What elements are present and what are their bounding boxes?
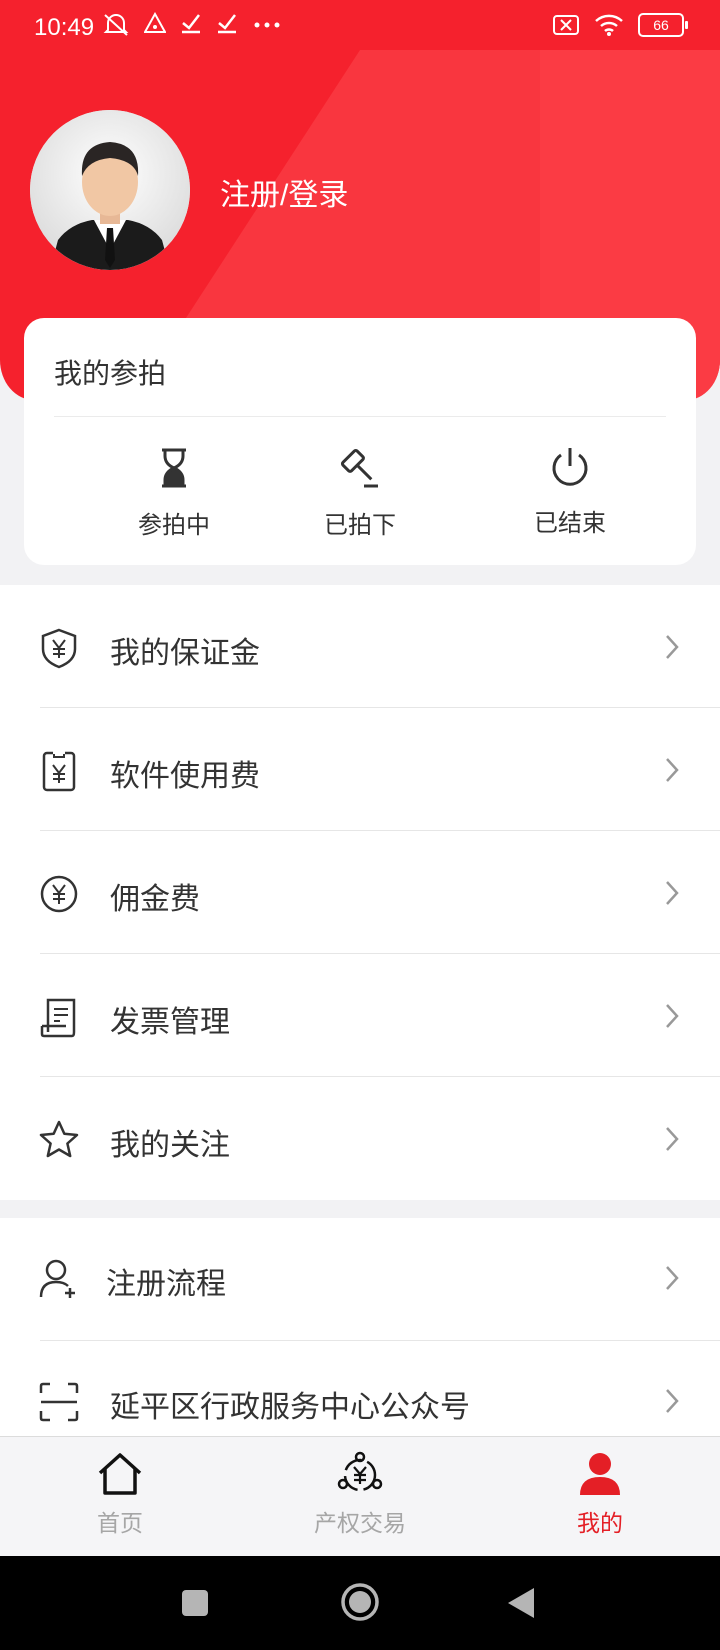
- scan-icon: [39, 1382, 79, 1422]
- tab-home[interactable]: 首页: [40, 1451, 200, 1538]
- chevron-right-icon: [666, 881, 679, 905]
- check-icon: [218, 14, 236, 34]
- menu-item-favorites[interactable]: 我的关注: [0, 1077, 720, 1200]
- chevron-right-icon: [666, 1389, 679, 1413]
- menu-item-commission[interactable]: 佣金费: [0, 831, 720, 954]
- menu-item-registration-process[interactable]: 注册流程: [0, 1218, 720, 1341]
- chevron-right-icon: [666, 1266, 679, 1290]
- bid-status-label: 已结束: [534, 510, 606, 537]
- bottom-tab-bar: 首页 产权交易 我的: [0, 1436, 720, 1557]
- tab-label: 首页: [97, 1510, 143, 1536]
- bid-status-ongoing[interactable]: 参拍中: [74, 446, 274, 540]
- tab-trade[interactable]: 产权交易: [280, 1451, 440, 1538]
- coin-yen-icon: [40, 875, 78, 913]
- divider: [54, 416, 666, 417]
- warning-icon: [144, 12, 166, 33]
- recents-button[interactable]: [180, 1588, 210, 1618]
- menu-label: 软件使用费: [110, 760, 260, 793]
- menu-group-info: 注册流程 延平区行政服务中心公众号: [0, 1218, 720, 1436]
- bid-status-label: 参拍中: [138, 512, 210, 539]
- menu-label: 延平区行政服务中心公众号: [110, 1391, 470, 1424]
- system-nav-bar: [0, 1556, 720, 1650]
- tab-mine[interactable]: 我的: [520, 1451, 680, 1538]
- gavel-icon: [340, 448, 378, 488]
- my-bids-title: 我的参拍: [54, 358, 167, 389]
- menu-item-invoice[interactable]: 发票管理: [0, 954, 720, 1077]
- menu-label: 我的关注: [110, 1129, 230, 1162]
- avatar[interactable]: [30, 110, 190, 270]
- chevron-right-icon: [666, 758, 679, 782]
- avatar-image: [30, 110, 190, 270]
- hourglass-icon: [162, 448, 186, 488]
- menu-group-finance: 我的保证金 软件使用费 佣金费 发票管理 我的关注: [0, 585, 720, 1200]
- menu-item-software-fee[interactable]: 软件使用费: [0, 708, 720, 831]
- bid-status-label: 已拍下: [324, 512, 396, 539]
- shield-yen-icon: [41, 628, 77, 669]
- wifi-icon: [595, 14, 623, 36]
- menu-item-deposit[interactable]: 我的保证金: [0, 585, 720, 708]
- menu-label: 注册流程: [106, 1268, 226, 1301]
- status-icons-left: [102, 12, 282, 38]
- home-button[interactable]: [340, 1582, 380, 1622]
- status-icons-right: 66: [552, 13, 688, 37]
- no-sim-icon: [553, 15, 579, 35]
- add-user-icon: [39, 1259, 75, 1298]
- menu-label: 我的保证金: [110, 637, 260, 670]
- status-bar: 10:49 66: [0, 0, 720, 54]
- bid-status-won[interactable]: 已拍下: [260, 446, 460, 540]
- mute-icon: [103, 14, 129, 36]
- battery-indicator: 66: [638, 13, 688, 37]
- tab-label: 产权交易: [314, 1510, 406, 1536]
- star-icon: [39, 1120, 79, 1158]
- bid-status-ended[interactable]: 已结束: [470, 446, 670, 538]
- trade-icon: [337, 1451, 383, 1492]
- menu-label: 佣金费: [110, 883, 200, 916]
- chevron-right-icon: [666, 1127, 679, 1151]
- login-link[interactable]: 注册/登录: [220, 170, 348, 214]
- receipt-yen-icon: [42, 751, 76, 792]
- chevron-right-icon: [666, 635, 679, 659]
- menu-item-official-account[interactable]: 延平区行政服务中心公众号: [0, 1341, 720, 1436]
- status-time: 10:49: [34, 14, 95, 41]
- back-button[interactable]: [506, 1586, 536, 1620]
- tab-label: 我的: [577, 1510, 623, 1536]
- my-bids-card: 我的参拍 参拍中 已拍下 已结束: [24, 318, 696, 565]
- chevron-right-icon: [666, 1004, 679, 1028]
- power-icon: [552, 448, 588, 486]
- invoice-icon: [40, 998, 76, 1038]
- home-icon: [98, 1453, 142, 1495]
- user-icon: [580, 1453, 620, 1495]
- check-icon: [182, 14, 200, 34]
- menu-label: 发票管理: [110, 1006, 230, 1039]
- more-dots-icon: [254, 22, 280, 28]
